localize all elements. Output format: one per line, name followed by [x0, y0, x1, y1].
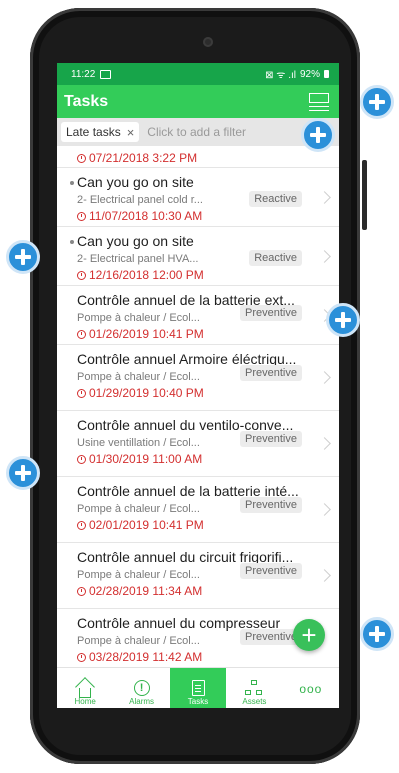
filter-bar: Late tasks × Click to add a filter	[57, 118, 339, 146]
task-type-badge: Preventive	[240, 305, 302, 321]
task-subtitle: 2- Electrical panel HVA...	[77, 253, 199, 265]
status-bar: 11:22 ⊠ ᯤ .ıl 92%	[57, 63, 339, 85]
list-item[interactable]: Can you go on site 2- Electrical panel c…	[57, 168, 339, 227]
task-date: 12/16/2018 12:00 PM	[89, 268, 204, 282]
task-type-badge: Reactive	[249, 191, 302, 207]
task-date: 01/30/2019 11:00 AM	[89, 452, 203, 466]
list-item[interactable]: Contrôle annuel du ventilo-conve... Usin…	[57, 411, 339, 477]
clock-icon	[77, 388, 86, 398]
list-item[interactable]: Contrôle annuel Armoire éléctriqu... Pom…	[57, 345, 339, 411]
clock-icon	[77, 454, 86, 464]
battery-percent: 92%	[299, 68, 320, 80]
task-subtitle: Pompe à chaleur / Ecol...	[77, 312, 200, 324]
list-item[interactable]: Contrôle annuel de la batterie inté... P…	[57, 477, 339, 543]
nav-alarms-label: Alarms	[129, 697, 155, 706]
task-title: Can you go on site	[77, 233, 194, 249]
nav-tasks[interactable]: Tasks	[169, 668, 227, 708]
task-date: 11/07/2018 10:30 AM	[89, 209, 203, 223]
clock-icon	[77, 270, 86, 280]
more-icon: ooo	[299, 682, 323, 696]
app-bar: Tasks	[57, 85, 339, 118]
task-type-badge: Preventive	[240, 431, 302, 447]
task-date: 07/21/2018 3:22 PM	[89, 151, 198, 165]
unread-dot-icon	[70, 240, 74, 244]
nav-more[interactable]: ooo	[283, 668, 339, 708]
clock-icon	[77, 153, 86, 163]
task-date: 01/29/2019 10:40 PM	[89, 386, 204, 400]
filter-chip-late-tasks[interactable]: Late tasks ×	[61, 122, 140, 142]
camera-icon	[203, 37, 213, 47]
bottom-nav: Home ! Alarms Tasks Assets ooo	[57, 667, 339, 708]
page-title: Tasks	[64, 92, 109, 110]
task-type-badge: Reactive	[249, 250, 302, 266]
unread-dot-icon	[70, 181, 74, 185]
assets-icon	[245, 680, 263, 696]
clock-icon	[77, 652, 86, 662]
clock-icon	[77, 329, 86, 339]
clock-icon	[77, 586, 86, 596]
list-item[interactable]: Contrôle annuel de la batterie ext... Po…	[57, 286, 339, 345]
plus-callout-icon	[6, 240, 40, 274]
home-icon	[75, 677, 96, 698]
list-item[interactable]: Contrôle annuel du circuit frigorifi... …	[57, 543, 339, 609]
task-date: 02/28/2019 11:34 AM	[89, 584, 203, 598]
battery-icon	[324, 70, 329, 78]
task-list: 07/21/2018 3:22 PM Can you go on site 2-…	[57, 146, 339, 670]
image-notification-icon	[100, 69, 112, 79]
clock-icon	[77, 520, 86, 530]
task-subtitle: Usine ventillation / Ecol...	[77, 437, 200, 449]
nav-home-label: Home	[74, 697, 96, 706]
plus-callout-icon	[360, 617, 394, 651]
status-time: 11:22	[71, 68, 96, 80]
add-task-button[interactable]: +	[293, 619, 325, 651]
task-subtitle: Pompe à chaleur / Ecol...	[77, 371, 200, 383]
task-type-badge: Preventive	[240, 365, 302, 381]
task-date: 01/26/2019 10:41 PM	[89, 327, 204, 341]
add-filter-input[interactable]: Click to add a filter	[147, 125, 246, 139]
task-subtitle: Pompe à chaleur / Ecol...	[77, 503, 200, 515]
task-type-badge: Preventive	[240, 497, 302, 513]
plus-callout-icon	[301, 118, 335, 152]
view-toggle-icon[interactable]	[309, 92, 331, 111]
task-subtitle: Pompe à chaleur / Ecol...	[77, 569, 200, 581]
filter-chip-label: Late tasks	[66, 125, 121, 139]
tasks-icon	[191, 680, 205, 696]
plus-callout-icon	[6, 456, 40, 490]
nav-tasks-label: Tasks	[187, 697, 209, 706]
nav-assets[interactable]: Assets	[226, 668, 282, 708]
task-date: 02/01/2019 10:41 PM	[89, 518, 204, 532]
close-icon[interactable]: ×	[127, 125, 135, 140]
phone-side-button	[362, 160, 367, 230]
task-date: 03/28/2019 11:42 AM	[89, 650, 203, 664]
clock-icon	[77, 211, 86, 221]
task-subtitle: 2- Electrical panel cold r...	[77, 194, 203, 206]
task-subtitle: Pompe à chaleur / Ecol...	[77, 635, 200, 647]
plus-callout-icon	[326, 303, 360, 337]
nav-assets-label: Assets	[242, 697, 267, 706]
nav-alarms[interactable]: ! Alarms	[113, 668, 169, 708]
task-title: Can you go on site	[77, 174, 194, 190]
app-screen: 11:22 ⊠ ᯤ .ıl 92% Tasks Late tasks × Cli…	[57, 63, 339, 708]
signal-icon: ⊠ ᯤ .ıl	[265, 70, 296, 81]
list-item[interactable]: Can you go on site 2- Electrical panel H…	[57, 227, 339, 286]
alarm-icon: !	[133, 680, 150, 696]
nav-home[interactable]: Home	[57, 668, 113, 708]
task-type-badge: Preventive	[240, 563, 302, 579]
plus-callout-icon	[360, 85, 394, 119]
list-item[interactable]: 07/21/2018 3:22 PM	[57, 146, 339, 168]
